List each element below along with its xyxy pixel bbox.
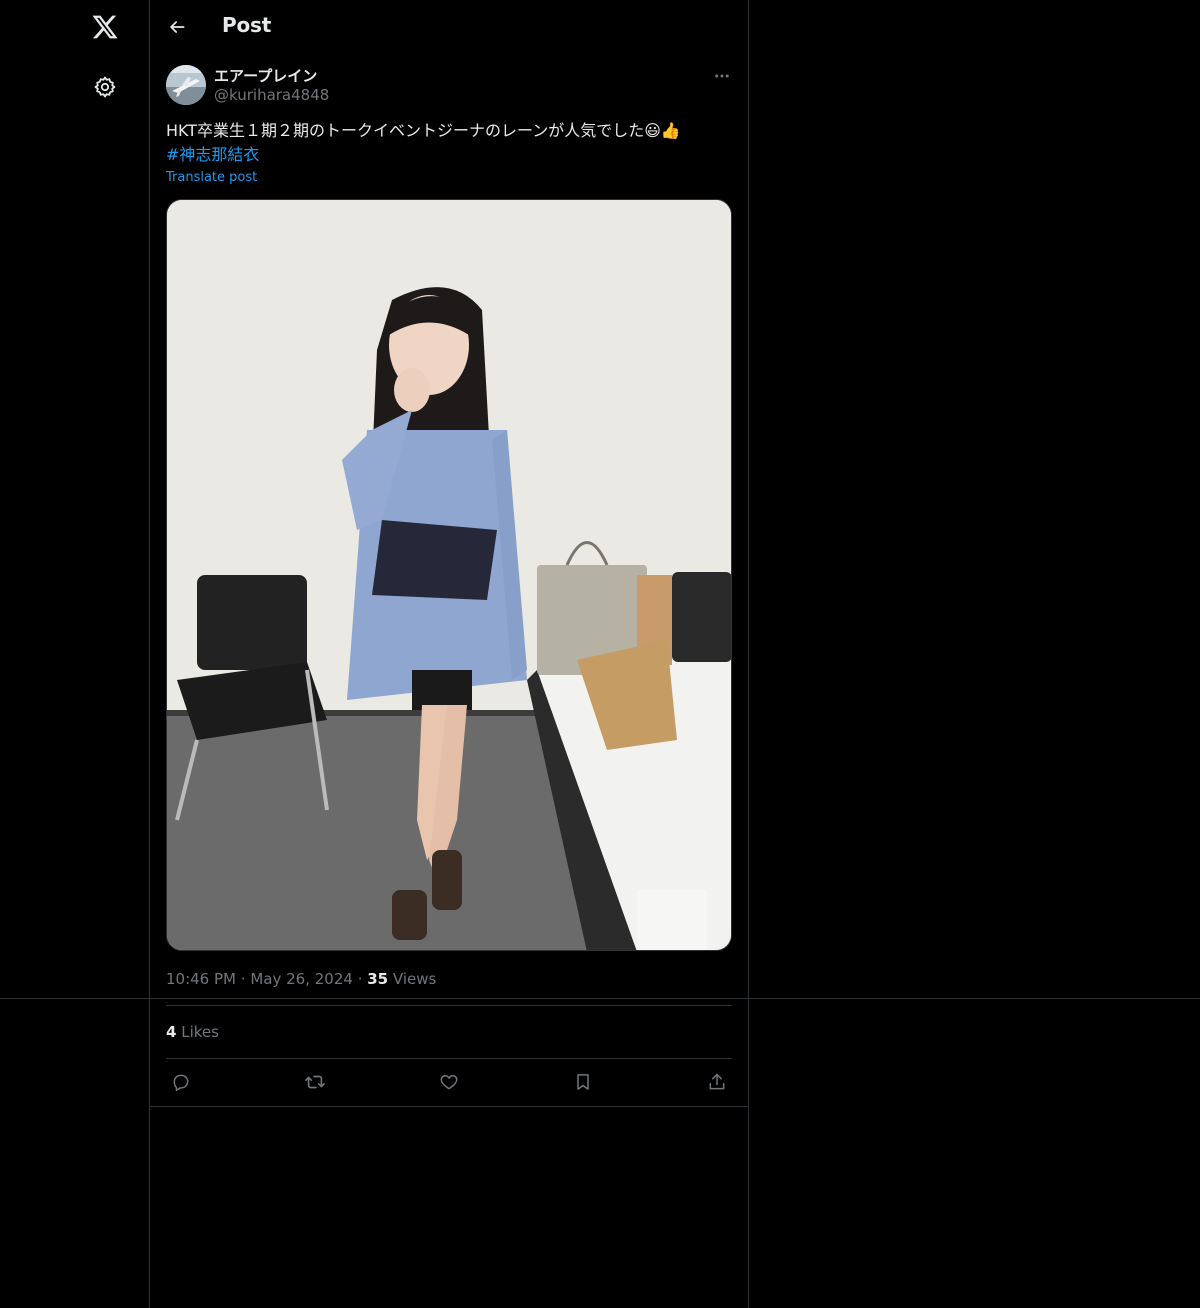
action-bar — [166, 1066, 732, 1098]
likes-count: 4 — [166, 1023, 177, 1041]
translate-post-link[interactable]: Translate post — [166, 170, 257, 185]
bookmark-icon[interactable] — [570, 1069, 596, 1095]
share-icon[interactable] — [704, 1069, 730, 1095]
top-bar: Post — [150, 0, 748, 54]
separator: · — [357, 970, 363, 988]
author-handle[interactable]: @kurihara4848 — [214, 86, 329, 104]
post-time[interactable]: 10:46 PM — [166, 970, 236, 988]
divider — [166, 1005, 732, 1006]
x-logo-icon[interactable] — [86, 8, 124, 46]
page-title: Post — [222, 13, 272, 37]
repost-icon[interactable] — [302, 1069, 328, 1095]
views-label: Views — [392, 970, 437, 988]
reply-icon[interactable] — [168, 1069, 194, 1095]
separator: · — [240, 970, 246, 988]
post-body: HKT卒業生１期２期のトークイベントジーナのレーンが人気でした😃👍 — [166, 121, 681, 140]
sidebar — [0, 0, 150, 1308]
post-date[interactable]: May 26, 2024 — [250, 970, 353, 988]
views-count: 35 — [367, 970, 389, 988]
likes-label: Likes — [181, 1023, 219, 1041]
author-display-name[interactable]: エアープレイン — [214, 65, 317, 86]
avatar[interactable] — [166, 65, 206, 105]
divider — [0, 998, 1200, 999]
divider — [150, 1106, 748, 1107]
likes-stat[interactable]: 4 Likes — [166, 1023, 219, 1041]
main-column: Post エアープレイン @kurihara4848 HKT卒業生１期２期のトー… — [150, 0, 749, 1308]
back-arrow-icon[interactable] — [162, 12, 192, 42]
post-photo[interactable] — [166, 199, 732, 951]
post-text: HKT卒業生１期２期のトークイベントジーナのレーンが人気でした😃👍 #神志那結衣 — [166, 119, 734, 167]
gear-icon[interactable] — [86, 68, 124, 106]
hashtag-link[interactable]: #神志那結衣 — [166, 145, 259, 164]
divider — [166, 1058, 732, 1059]
more-icon[interactable] — [710, 64, 734, 88]
heart-icon[interactable] — [436, 1069, 462, 1095]
post-meta: 10:46 PM · May 26, 2024 · 35 Views — [166, 970, 436, 988]
